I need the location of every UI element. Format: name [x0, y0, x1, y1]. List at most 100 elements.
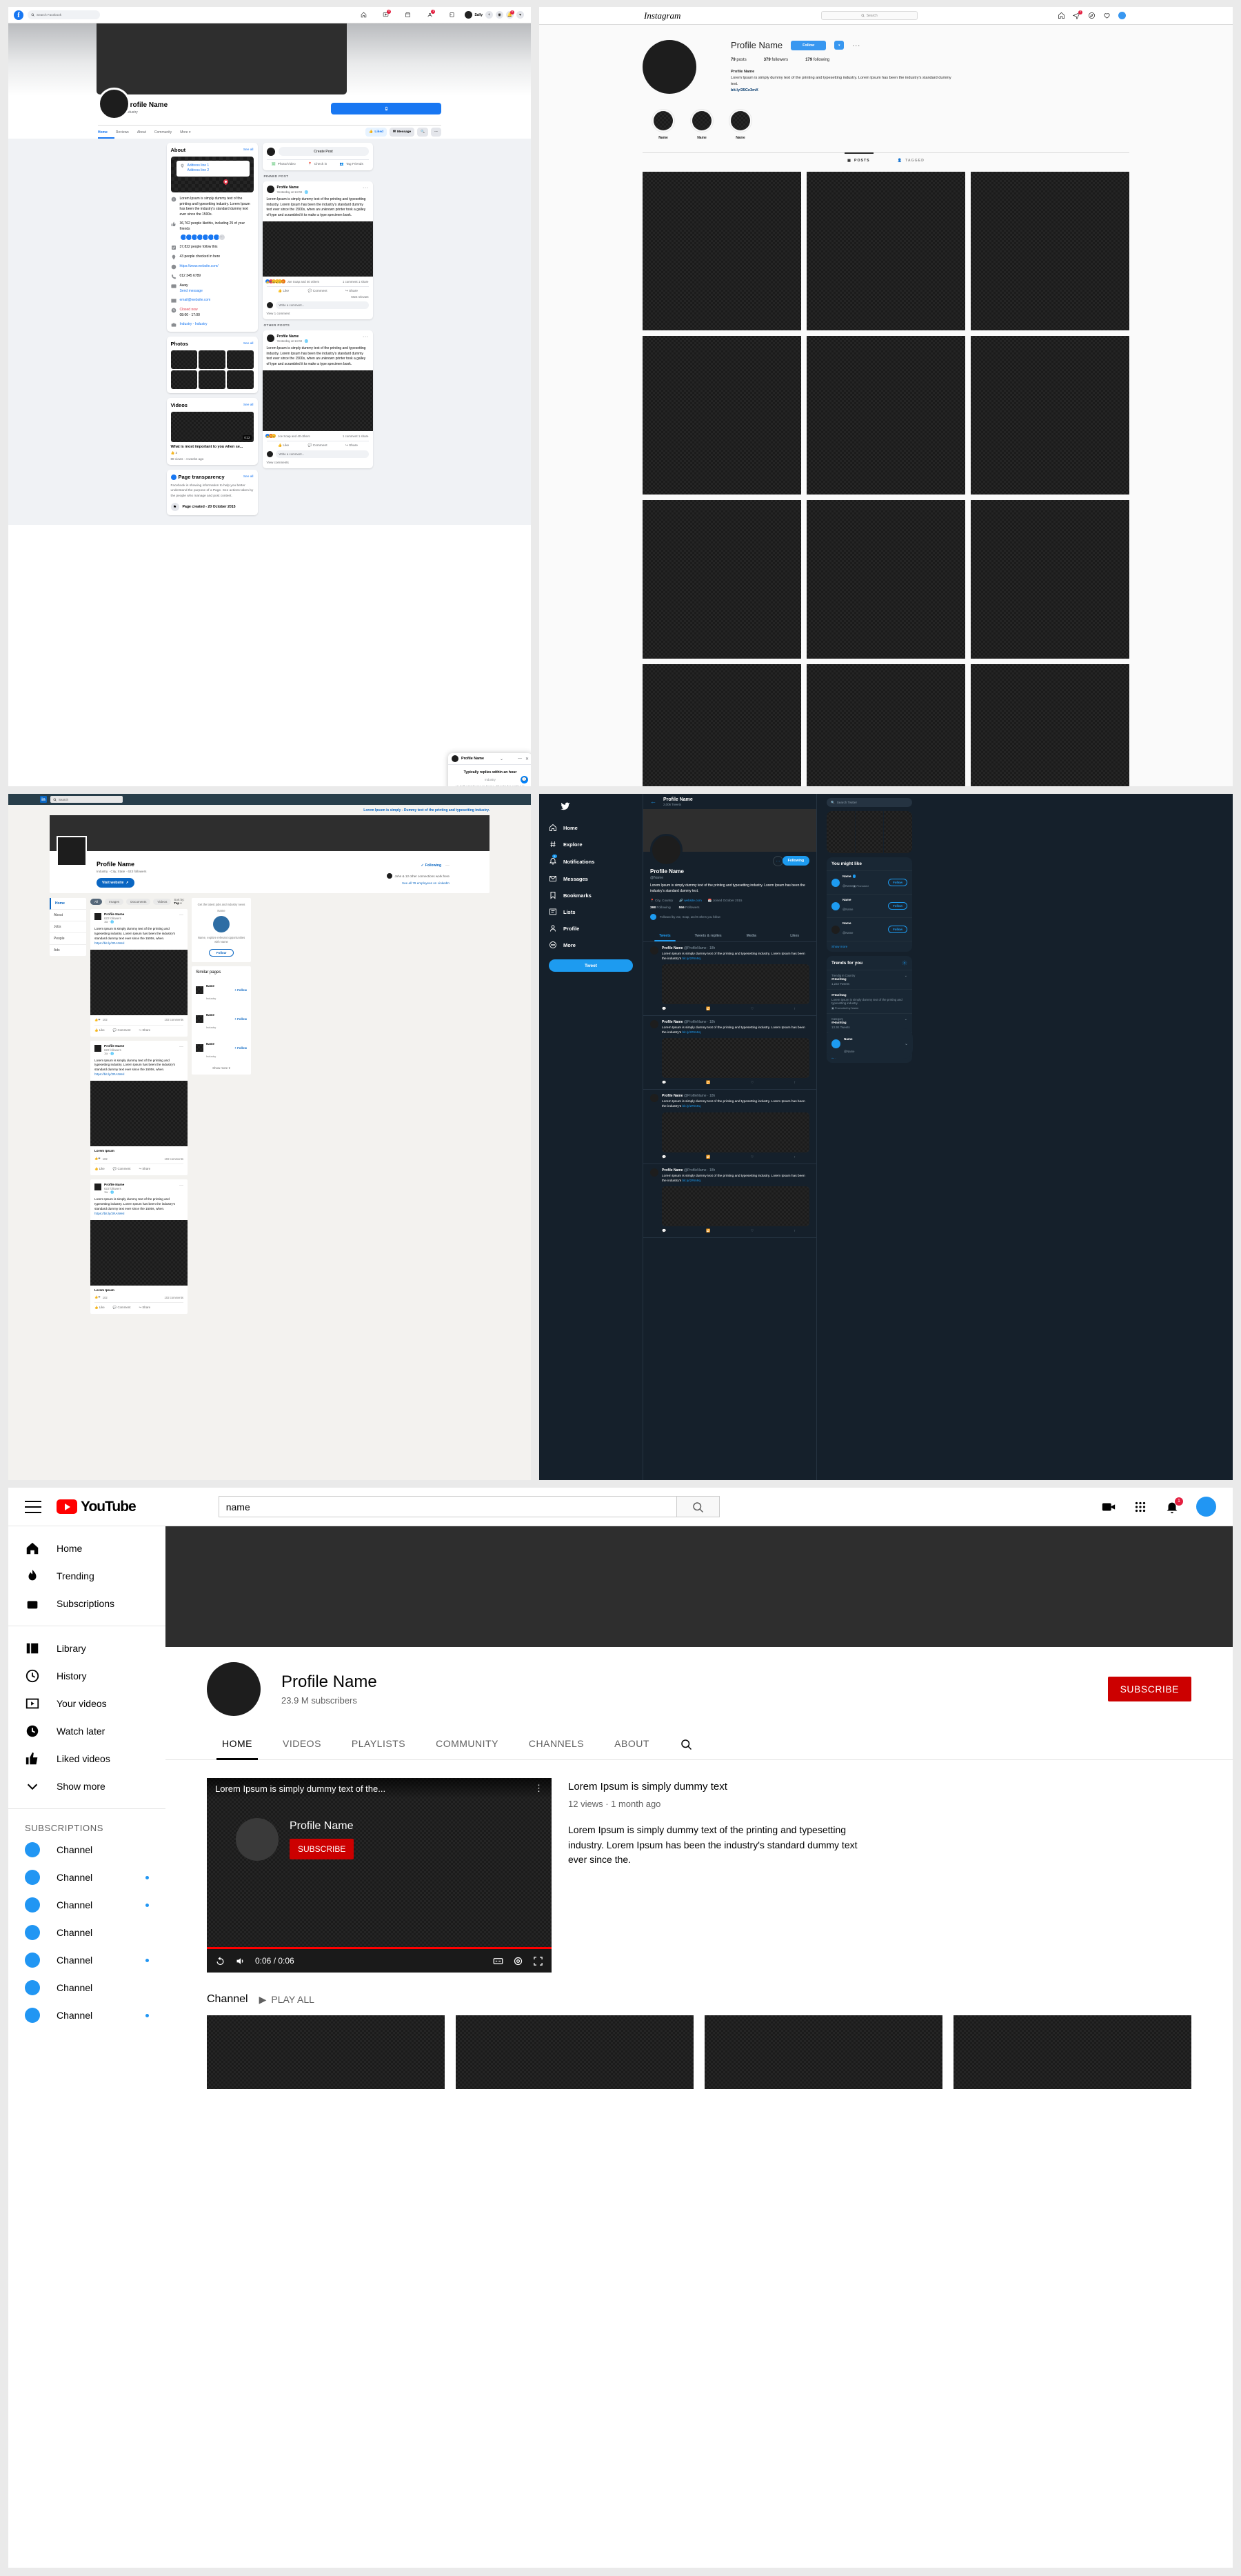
- search-input[interactable]: name: [218, 1496, 677, 1517]
- similar-show-more-link[interactable]: Show more ▾: [196, 1065, 247, 1070]
- following-button[interactable]: Following: [782, 856, 809, 866]
- post-link[interactable]: https://bit.ly/2RANHvl: [94, 1072, 124, 1076]
- photo-thumbnail[interactable]: [199, 350, 225, 369]
- minimize-icon[interactable]: —: [518, 757, 522, 761]
- twitter-media-preview[interactable]: [827, 811, 912, 853]
- sidebar-item-library[interactable]: Library: [8, 1635, 165, 1662]
- tab-community[interactable]: COMMUNITY: [421, 1731, 514, 1759]
- instagram-profile-picture[interactable]: [643, 40, 696, 94]
- linkedin-search-input[interactable]: Search: [50, 796, 123, 803]
- retweet-icon[interactable]: 🔁: [706, 1229, 710, 1233]
- about-send-message-link[interactable]: Send message: [180, 289, 203, 294]
- media-tile[interactable]: [884, 811, 912, 853]
- shelf-title[interactable]: Channel: [207, 1993, 248, 2006]
- tab-tweets[interactable]: Tweets: [643, 930, 687, 941]
- post-comment-button[interactable]: 💬 Comment: [113, 1167, 131, 1171]
- trend-item[interactable]: Trendig in Country #Hashtag 1,222 Tweets…: [827, 970, 912, 989]
- post-options-icon[interactable]: ···: [363, 335, 369, 339]
- about-email-link[interactable]: email@website.com: [180, 298, 211, 303]
- view-comments-link[interactable]: View 1 comment: [267, 312, 369, 315]
- photo-thumbnail[interactable]: [170, 350, 198, 369]
- linkedin-banner-text[interactable]: Lorem Ipsum is simply - Dummy text of th…: [8, 805, 531, 815]
- media-tile[interactable]: [855, 811, 884, 853]
- photo-thumbnail[interactable]: [226, 350, 254, 369]
- post-like-button[interactable]: 👍 Like: [94, 1306, 105, 1310]
- retweet-icon[interactable]: 🔁: [706, 1007, 710, 1011]
- similar-page-name[interactable]: Name: [206, 1013, 214, 1017]
- visit-website-button[interactable]: Visit website ↗: [97, 878, 134, 888]
- facebook-logo-icon[interactable]: f: [14, 10, 23, 20]
- sidebar-item-home[interactable]: Home: [50, 898, 86, 910]
- grid-post[interactable]: [807, 500, 965, 659]
- tweet-link[interactable]: bit.ly/2Rm9q: [682, 957, 700, 961]
- follow-button[interactable]: Follow: [791, 40, 827, 50]
- video-thumbnail[interactable]: 0:12: [170, 412, 254, 442]
- highlight-item[interactable]: Name: [652, 109, 675, 140]
- comment-input[interactable]: Write a comment...: [275, 301, 369, 309]
- sidebar-item-more[interactable]: More: [549, 941, 633, 949]
- post-comment-button[interactable]: 💬 Comment: [113, 1028, 131, 1032]
- chevron-down-icon[interactable]: ⌄: [905, 1017, 907, 1021]
- post-comment-count[interactable]: 102 comments: [165, 1296, 183, 1299]
- post-reaction-count[interactable]: Joe Soap and 40 others: [287, 280, 320, 283]
- tweet-link[interactable]: bit.ly/2Rm9q: [682, 1031, 700, 1035]
- post-link[interactable]: https://bit.ly/2RANHvl: [94, 1212, 124, 1215]
- sidebar-item-watch-later[interactable]: Watch later: [8, 1717, 165, 1745]
- subscription-channel[interactable]: Channel: [8, 1919, 165, 1946]
- grid-post[interactable]: [807, 336, 965, 495]
- videos-see-all-link[interactable]: See all: [243, 403, 254, 407]
- facebook-groups-icon[interactable]: 1: [421, 9, 438, 21]
- sidebar-item-home[interactable]: Home: [8, 1535, 165, 1562]
- sidebar-item-show-more[interactable]: Show more: [8, 1773, 165, 1800]
- shelf-video-thumbnail[interactable]: [705, 2015, 942, 2089]
- facebook-messenger-icon[interactable]: ◉: [496, 11, 503, 19]
- post-share-button[interactable]: ↪ Share: [139, 1306, 150, 1310]
- post-image[interactable]: [90, 1219, 188, 1286]
- tweet-image[interactable]: [662, 963, 809, 1004]
- shelf-video-thumbnail[interactable]: [207, 2015, 445, 2089]
- filter-videos[interactable]: Videos: [153, 899, 172, 905]
- filter-images[interactable]: Images: [105, 899, 124, 905]
- channel-search-button[interactable]: [665, 1731, 707, 1759]
- post-link[interactable]: https://bit.ly/2RANHvl: [94, 941, 124, 945]
- gear-icon[interactable]: [513, 1956, 523, 1966]
- post-share-button[interactable]: ↪ Share: [334, 290, 368, 293]
- facebook-create-button[interactable]: +: [485, 11, 493, 19]
- back-arrow-icon[interactable]: ←: [650, 798, 656, 805]
- trend-item[interactable]: #Hashtag Lorem ipsum is simply dummy tex…: [827, 989, 912, 1013]
- volume-icon[interactable]: [235, 1956, 245, 1966]
- like-icon[interactable]: ♡: [751, 1081, 754, 1085]
- tab-videos[interactable]: VIDEOS: [268, 1731, 336, 1759]
- photo-video-button[interactable]: 🖼 Photo/Video: [267, 163, 301, 166]
- grid-post[interactable]: [807, 664, 965, 786]
- instagram-search-input[interactable]: Search: [820, 11, 918, 20]
- facebook-watch-icon[interactable]: 6: [376, 9, 394, 21]
- linkedin-options-icon[interactable]: ···: [445, 863, 450, 868]
- post-options-icon[interactable]: ···: [363, 186, 369, 190]
- liked-button[interactable]: 👍 Liked: [365, 128, 387, 137]
- tweet-author[interactable]: Profile Name @ProfileName · 18h: [662, 1094, 809, 1098]
- tab-channels[interactable]: CHANNELS: [514, 1731, 599, 1759]
- post-image[interactable]: [90, 1081, 188, 1147]
- instagram-options-icon[interactable]: ···: [852, 42, 860, 49]
- photos-see-all-link[interactable]: See all: [243, 342, 254, 346]
- avatar[interactable]: [1118, 12, 1126, 19]
- following-button[interactable]: ✓ Following: [421, 863, 441, 868]
- photo-thumbnail[interactable]: [199, 370, 225, 389]
- video-title[interactable]: What is most important to you when se...: [171, 445, 254, 449]
- twitter-followers-count[interactable]: 556 Followers: [679, 906, 700, 910]
- post-image[interactable]: [90, 949, 188, 1015]
- friend-avatar-more[interactable]: ···: [218, 234, 225, 241]
- sidebar-item-jobs[interactable]: Jobs: [50, 921, 86, 933]
- share-icon[interactable]: ↑: [794, 1155, 796, 1159]
- see-all-employees-link[interactable]: See all 78 employees on LinkedIn: [402, 881, 450, 885]
- like-icon[interactable]: ♡: [751, 1155, 754, 1159]
- post-like-button[interactable]: 👍 Like: [94, 1028, 105, 1032]
- chevron-down-icon[interactable]: ⌄: [905, 974, 907, 978]
- facebook-search-input[interactable]: Search Facebook: [28, 10, 100, 19]
- notifications-wrapper[interactable]: 1: [1164, 1497, 1183, 1515]
- post-share-button[interactable]: ↪ Share: [139, 1028, 150, 1032]
- suggested-name[interactable]: Name: [843, 921, 853, 925]
- post-comment-share-count[interactable]: 1 comment 1 share: [343, 280, 369, 283]
- address-bubble[interactable]: Address line 1 Address line 2: [176, 161, 250, 177]
